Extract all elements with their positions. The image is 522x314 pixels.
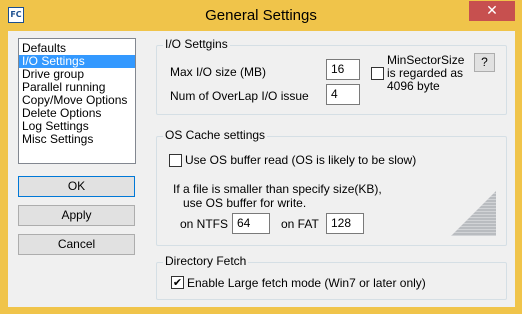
io-settings-group-label: I/O Settgins (163, 37, 230, 51)
directory-fetch-group-label: Directory Fetch (163, 254, 249, 268)
fat-label: on FAT (281, 217, 319, 231)
os-buffer-note-line2: use OS buffer for write. (183, 196, 307, 210)
max-io-size-label: Max I/O size (MB) (170, 65, 267, 79)
min-sector-size-checkbox[interactable] (371, 67, 384, 80)
help-button[interactable]: ? (474, 53, 495, 72)
overlap-io-input[interactable]: 4 (326, 84, 360, 105)
use-os-buffer-checkbox[interactable] (169, 154, 182, 167)
os-buffer-note-line1: If a file is smaller than specify size(K… (173, 182, 382, 196)
window-title: General Settings (205, 7, 317, 24)
overlap-io-label: Num of OverLap I/O issue (170, 89, 309, 103)
cancel-button[interactable]: Cancel (18, 234, 135, 255)
dialog-client: Defaults I/O Settings Drive group Parall… (8, 31, 515, 307)
apply-button[interactable]: Apply (18, 205, 135, 226)
close-button[interactable]: ✕ (469, 1, 515, 21)
min-sector-size-line3: 4096 byte (387, 79, 440, 93)
large-fetch-label: Enable Large fetch mode (Win7 or later o… (187, 276, 426, 290)
ntfs-label: on NTFS (180, 217, 229, 231)
os-cache-group-label: OS Cache settings (163, 128, 268, 142)
max-io-size-input[interactable]: 16 (326, 59, 360, 80)
ok-button[interactable]: OK (18, 176, 135, 197)
fat-size-input[interactable]: 128 (326, 213, 364, 234)
ntfs-size-input[interactable]: 64 (232, 213, 270, 234)
sidebar-item-misc-settings[interactable]: Misc Settings (19, 133, 135, 146)
large-fetch-checkbox[interactable]: ✔ (171, 276, 184, 289)
min-sector-size-label: MinSectorSize is regarded as 4096 byte (387, 54, 464, 93)
title-bar: FC General Settings ✕ (0, 0, 522, 31)
use-os-buffer-label: Use OS buffer read (OS is likely to be s… (185, 153, 417, 167)
settings-category-list[interactable]: Defaults I/O Settings Drive group Parall… (18, 38, 136, 164)
